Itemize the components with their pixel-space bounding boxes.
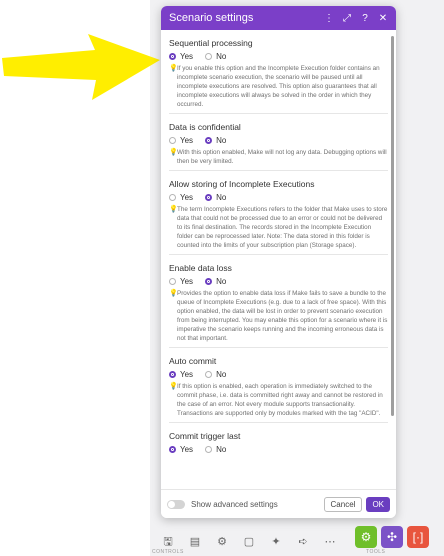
radio-group: Yes No bbox=[169, 445, 388, 454]
more-icon[interactable]: ⋯ bbox=[321, 533, 339, 551]
radio-button[interactable] bbox=[169, 137, 176, 144]
radio-button[interactable] bbox=[169, 371, 176, 378]
dialog-scrollbar[interactable] bbox=[391, 36, 394, 416]
radio-option-yes[interactable]: Yes bbox=[169, 193, 193, 202]
radio-button[interactable] bbox=[205, 371, 213, 378]
dialog-body[interactable]: Sequential processing Yes No 💡 If you enable… bbox=[161, 30, 396, 490]
radio-button[interactable] bbox=[169, 278, 176, 285]
radio-option-yes[interactable]: Yes bbox=[169, 445, 193, 454]
ok-button[interactable]: OK bbox=[366, 496, 390, 512]
more-vertical-icon[interactable]: ⋮ bbox=[322, 13, 336, 24]
section-title: Data is confidential bbox=[169, 122, 241, 132]
radio-label: Yes bbox=[180, 136, 194, 145]
radio-label: Yes bbox=[180, 370, 194, 379]
controls-label: CONTROLS bbox=[152, 549, 184, 555]
section-title: Enable data loss bbox=[169, 263, 232, 273]
tools-brackets-icon[interactable]: [·] bbox=[407, 526, 429, 548]
radio-button[interactable] bbox=[169, 194, 176, 201]
settings-section: Enable data loss Yes No 💡 Provides the optio… bbox=[169, 255, 388, 348]
radio-label: Yes bbox=[180, 445, 194, 454]
annotation-arrow bbox=[2, 34, 160, 100]
dialog-title: Scenario settings bbox=[169, 12, 254, 24]
settings-section: Commit trigger last Yes No bbox=[169, 423, 388, 454]
section-title: Sequential processing bbox=[169, 38, 253, 48]
lightbulb-icon: 💡 bbox=[169, 65, 178, 72]
cancel-button[interactable]: Cancel bbox=[323, 496, 363, 512]
radio-group: Yes No bbox=[169, 136, 388, 145]
dialog-header: Scenario settings ⋮ ⤢ ? ✕ bbox=[161, 6, 396, 30]
settings-section: Data is confidential Yes No 💡 With this opti… bbox=[169, 114, 388, 171]
radio-option-no[interactable]: No bbox=[205, 193, 226, 202]
radio-button[interactable] bbox=[169, 446, 176, 453]
lightbulb-icon: 💡 bbox=[169, 290, 178, 297]
hint-content: If this option is enabled, each operatio… bbox=[177, 383, 383, 417]
hint-text: 💡 If this option is enabled, each operati… bbox=[169, 382, 388, 418]
hint-text: 💡 The term Incomplete Executions refers t… bbox=[169, 205, 388, 250]
radio-label: No bbox=[216, 136, 227, 145]
radio-label: No bbox=[216, 277, 227, 286]
radio-option-no[interactable]: No bbox=[205, 277, 226, 286]
radio-group: Yes No bbox=[169, 277, 388, 286]
hint-text: 💡 Provides the option to enable data loss… bbox=[169, 289, 388, 343]
lightbulb-icon: 💡 bbox=[169, 149, 178, 156]
radio-option-yes[interactable]: Yes bbox=[169, 370, 193, 379]
radio-option-no[interactable]: No bbox=[205, 445, 226, 454]
radio-button[interactable] bbox=[205, 53, 213, 60]
lightbulb-icon: 💡 bbox=[169, 206, 178, 213]
magic-wand-icon[interactable]: ✦ bbox=[267, 533, 285, 551]
radio-label: No bbox=[216, 370, 227, 379]
radio-label: No bbox=[216, 193, 227, 202]
scenario-settings-dialog: Scenario settings ⋮ ⤢ ? ✕ Sequential pro… bbox=[161, 6, 396, 518]
radio-label: Yes bbox=[180, 52, 194, 61]
radio-label: Yes bbox=[180, 193, 194, 202]
section-title: Commit trigger last bbox=[169, 431, 241, 441]
section-title: Allow storing of Incomplete Executions bbox=[169, 179, 315, 189]
settings-section: Allow storing of Incomplete Executions Ye… bbox=[169, 171, 388, 255]
radio-option-yes[interactable]: Yes bbox=[169, 136, 193, 145]
radio-option-no[interactable]: No bbox=[205, 370, 226, 379]
hint-content: Provides the option to enable data loss … bbox=[177, 290, 388, 342]
advanced-settings-toggle[interactable] bbox=[167, 499, 185, 509]
hint-text: 💡 If you enable this option and the Incom… bbox=[169, 64, 388, 109]
settings-section: Auto commit Yes No 💡 If this option is enabl… bbox=[169, 348, 388, 423]
radio-label: No bbox=[216, 445, 227, 454]
radio-button[interactable] bbox=[205, 194, 213, 201]
tools-gear-icon[interactable]: ⚙ bbox=[355, 526, 377, 548]
tools-label: TOOLS bbox=[366, 549, 386, 555]
radio-button[interactable] bbox=[169, 53, 176, 60]
hint-content: With this option enabled, Make will not … bbox=[177, 149, 387, 165]
radio-option-no[interactable]: No bbox=[205, 136, 226, 145]
flow-icon[interactable]: ➪ bbox=[294, 533, 312, 551]
lightbulb-icon: 💡 bbox=[169, 383, 178, 390]
radio-button[interactable] bbox=[205, 278, 213, 285]
radio-group: Yes No bbox=[169, 193, 388, 202]
scheduling-icon[interactable]: ▤ bbox=[186, 533, 204, 551]
radio-button[interactable] bbox=[205, 446, 213, 453]
radio-option-yes[interactable]: Yes bbox=[169, 277, 193, 286]
radio-group: Yes No bbox=[169, 370, 388, 379]
dialog-footer: Show advanced settings Cancel OK bbox=[161, 489, 396, 518]
close-icon[interactable]: ✕ bbox=[376, 13, 390, 24]
settings-icon[interactable]: ⚙ bbox=[213, 533, 231, 551]
radio-label: Yes bbox=[180, 277, 194, 286]
expand-icon[interactable]: ⤢ bbox=[340, 13, 354, 24]
radio-group: Yes No bbox=[169, 52, 388, 61]
advanced-settings-label: Show advanced settings bbox=[191, 499, 278, 509]
radio-button[interactable] bbox=[205, 137, 213, 144]
settings-section: Sequential processing Yes No 💡 If you enable… bbox=[169, 30, 388, 114]
radio-option-no[interactable]: No bbox=[205, 52, 226, 61]
hint-text: 💡 With this option enabled, Make will not… bbox=[169, 148, 388, 166]
notes-icon[interactable]: ▢ bbox=[240, 533, 258, 551]
section-title: Auto commit bbox=[169, 356, 217, 366]
help-icon[interactable]: ? bbox=[358, 13, 372, 24]
radio-option-yes[interactable]: Yes bbox=[169, 52, 193, 61]
radio-label: No bbox=[216, 52, 227, 61]
hint-content: The term Incomplete Executions refers to… bbox=[177, 206, 388, 249]
tools-router-icon[interactable]: ✣ bbox=[381, 526, 403, 548]
hint-content: If you enable this option and the Incomp… bbox=[177, 65, 380, 108]
